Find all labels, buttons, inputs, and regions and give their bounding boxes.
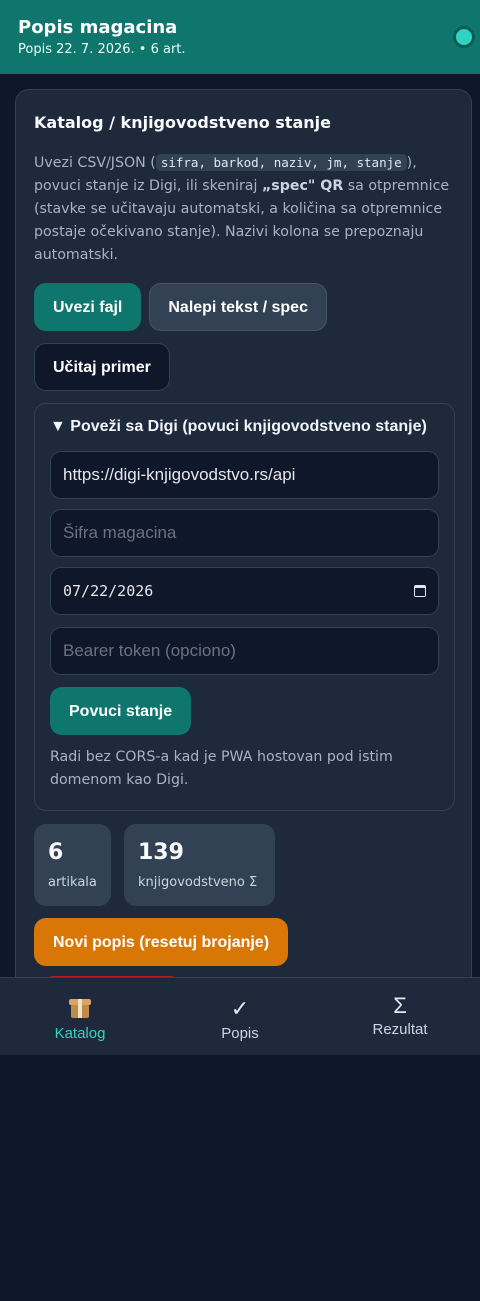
app-header: Popis magacina Popis 22. 7. 2026. • 6 ar… — [0, 0, 480, 74]
import-file-button[interactable]: Uvezi fajl — [34, 283, 142, 331]
load-sample-button[interactable]: Učitaj primer — [34, 343, 170, 391]
articles-label: artikala — [48, 875, 97, 890]
bearer-token-input[interactable]: Bearer token (opciono) — [50, 627, 439, 675]
warehouse-code-input[interactable]: Šifra magacina — [50, 509, 439, 557]
new-count-button[interactable]: Novi popis (resetuj brojanje) — [34, 918, 289, 966]
paste-text-button[interactable]: Nalepi tekst / spec — [149, 283, 327, 331]
articles-stat: 6 artikala — [34, 824, 111, 906]
nav-item-katalog[interactable]: Katalog — [0, 978, 160, 1055]
app-title: Popis magacina — [18, 17, 178, 38]
digi-url-input[interactable]: https://digi-knjigovodstvo.rs/api — [50, 451, 439, 499]
book-total-label: knjigovodstveno Σ — [138, 875, 258, 890]
nav-item-popis[interactable]: ✓ Popis — [160, 978, 320, 1055]
catalog-title: Katalog / knjigovodstveno stanje — [34, 113, 331, 132]
nav-label-rezultat: Rezultat — [372, 1021, 428, 1038]
articles-count: 6 — [48, 840, 64, 865]
columns-code: sifra, barkod, naziv, jm, stanje — [155, 154, 407, 171]
book-total-stat: 139 knjigovodstveno Σ — [124, 824, 275, 906]
nav-label-popis: Popis — [221, 1025, 259, 1042]
cors-note: Radi bez CORS-a kad je PWA hostovan pod … — [50, 749, 393, 788]
status-indicator — [456, 29, 472, 45]
nav-item-rezultat[interactable]: Σ Rezultat — [320, 978, 480, 1055]
date-input[interactable]: 07/22/2026 — [50, 567, 439, 615]
book-total-value: 139 — [138, 840, 184, 865]
bottom-nav: Katalog ✓ Popis Σ Rezultat — [0, 977, 480, 1055]
calendar-icon[interactable] — [414, 585, 426, 597]
catalog-description: Uvezi CSV/JSON (sifra, barkod, naziv, jm… — [34, 154, 450, 263]
digi-summary-toggle[interactable]: ▼ Poveži sa Digi (povuci knjigovodstveno… — [50, 416, 427, 438]
sigma-icon: Σ — [393, 993, 407, 1018]
spec-qr-label: „spec" QR — [261, 178, 344, 194]
nav-label-katalog: Katalog — [54, 1025, 106, 1042]
date-value: 07/22/2026 — [63, 582, 154, 600]
catalog-card: Katalog / knjigovodstveno stanje Uvezi C… — [15, 89, 472, 1049]
session-subtitle: Popis 22. 7. 2026. • 6 art. — [18, 42, 186, 57]
box-icon — [69, 998, 91, 1020]
check-icon: ✓ — [230, 996, 250, 1021]
digi-connect-panel: ▼ Poveži sa Digi (povuci knjigovodstveno… — [34, 403, 455, 811]
pull-stock-button[interactable]: Povuci stanje — [50, 687, 192, 735]
